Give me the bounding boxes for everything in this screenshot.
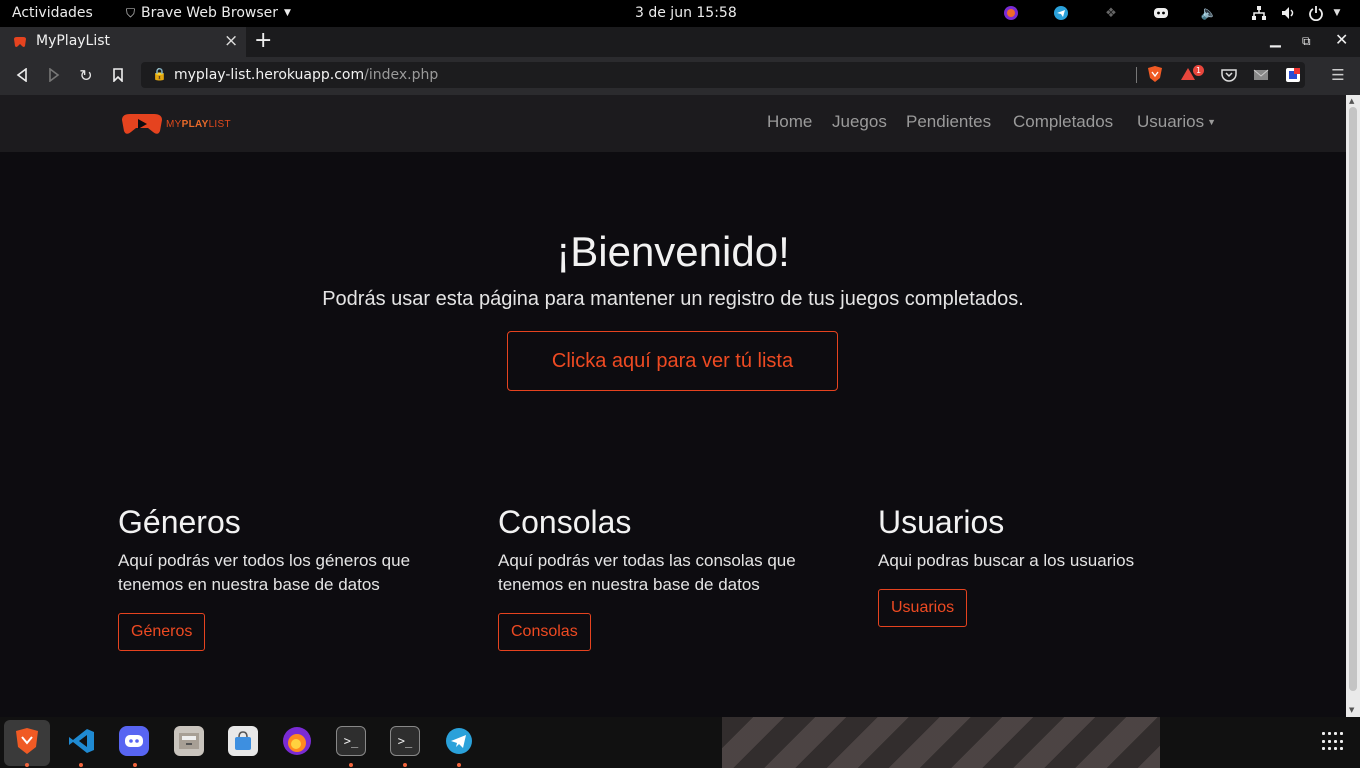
bookmark-icon[interactable] (109, 66, 127, 84)
view-list-button[interactable]: Clicka aquí para ver tú lista (507, 331, 838, 391)
tab-strip: MyPlayList × + ▁ ⧉ ✕ (0, 27, 1360, 57)
dropdown-caret-icon: ▼ (1207, 117, 1217, 127)
browser-tab[interactable]: MyPlayList × (0, 27, 246, 57)
consolas-button[interactable]: Consolas (498, 613, 591, 651)
hero-title: ¡Bienvenido! (556, 228, 790, 275)
brave-icon[interactable] (12, 726, 42, 756)
nav-pendientes[interactable]: Pendientes (906, 112, 991, 132)
minimize-icon[interactable]: ▁ (1270, 32, 1281, 48)
firefox-icon[interactable] (282, 726, 312, 756)
dropbox-tray-icon[interactable]: ❖ (1102, 4, 1120, 22)
brave-lion-icon: ⛉ (126, 5, 136, 20)
section-consolas: Consolas Aquí podrás ver todas las conso… (498, 503, 838, 651)
new-tab-button[interactable]: + (254, 28, 272, 53)
gamepad-logo-icon (122, 114, 162, 134)
system-top-bar: Actividades ⛉ Brave Web Browser ▼ 3 de j… (0, 0, 1360, 27)
vscode-icon[interactable] (66, 726, 96, 756)
close-window-icon[interactable]: ✕ (1335, 30, 1348, 49)
reload-icon[interactable]: ↻ (77, 66, 95, 85)
software-icon[interactable] (228, 726, 258, 756)
extension-icon[interactable] (1284, 66, 1302, 84)
files-icon[interactable] (174, 726, 204, 756)
nav-juegos[interactable]: Juegos (832, 112, 887, 132)
section-usuarios: Usuarios Aqui podras buscar a los usuari… (878, 503, 1218, 627)
section-title: Usuarios (878, 504, 1005, 540)
myplaylist-favicon (14, 37, 26, 47)
section-title: Géneros (118, 504, 241, 540)
discord-tray-icon[interactable] (1152, 4, 1170, 22)
browser-toolbar: ↻ 🔒 myplay-list.herokuapp.com/index.php … (0, 57, 1360, 95)
running-indicator (25, 763, 29, 767)
site-navbar: MYPLAYLIST Home Juegos Pendientes Comple… (0, 95, 1346, 152)
address-bar-divider (1136, 67, 1137, 83)
section-description: Aqui podras buscar a los usuarios (878, 551, 1135, 570)
scrollbar-thumb[interactable] (1349, 107, 1357, 691)
show-applications-icon[interactable] (1322, 732, 1343, 752)
restore-icon[interactable]: ⧉ (1302, 34, 1311, 49)
running-indicator (457, 763, 461, 767)
activities-button[interactable]: Actividades (12, 5, 93, 21)
app-menu-label: Brave Web Browser (141, 5, 279, 21)
running-indicator (133, 763, 137, 767)
app-menu[interactable]: ⛉ Brave Web Browser ▼ (126, 5, 291, 21)
telegram-tray-icon[interactable] (1052, 4, 1070, 22)
notification-badge: 1 (1193, 65, 1204, 76)
nav-usuarios-dropdown[interactable]: Usuarios ▼ (1137, 112, 1216, 132)
section-description: Aquí podrás ver todas las consolas que te… (498, 551, 796, 594)
volume-muted-tray-icon[interactable]: 🔈 (1200, 4, 1218, 22)
dock: >_ >_ (0, 717, 1360, 768)
url-text[interactable]: myplay-list.herokuapp.com/index.php (174, 67, 438, 83)
section-generos: Géneros Aquí podrás ver todos los género… (118, 503, 458, 651)
site-logo[interactable]: MYPLAYLIST (120, 112, 231, 136)
section-description: Aquí podrás ver todos los géneros que ten… (118, 551, 411, 594)
scroll-up-icon[interactable]: ▲ (1349, 97, 1354, 105)
volume-icon[interactable] (1279, 4, 1297, 22)
desktop-wallpaper (722, 717, 1160, 768)
running-indicator (79, 763, 83, 767)
network-icon[interactable] (1250, 4, 1268, 22)
web-page: MYPLAYLIST Home Juegos Pendientes Comple… (0, 95, 1346, 717)
back-icon[interactable] (13, 66, 31, 84)
scroll-down-icon[interactable]: ▼ (1349, 706, 1354, 714)
tab-title: MyPlayList (36, 33, 111, 49)
logo-text: MYPLAYLIST (166, 118, 231, 130)
address-bar[interactable]: 🔒 myplay-list.herokuapp.com/index.php 1 (141, 62, 1305, 88)
page-scrollbar[interactable]: ▲ ▼ (1346, 95, 1360, 717)
brave-shields-icon[interactable] (1146, 65, 1164, 83)
terminal-icon[interactable]: >_ (336, 726, 366, 756)
lock-icon[interactable]: 🔒 (152, 67, 167, 81)
hero-subtitle: Podrás usar esta página para mantener un… (322, 288, 1024, 310)
clock[interactable]: 3 de jun 15:58 (635, 5, 737, 21)
power-icon[interactable] (1307, 4, 1325, 22)
menu-icon[interactable]: ☰ (1329, 66, 1347, 84)
terminal-icon[interactable]: >_ (390, 726, 420, 756)
mail-icon[interactable] (1252, 66, 1270, 84)
pocket-icon[interactable] (1220, 66, 1238, 84)
nav-completados[interactable]: Completados (1013, 112, 1113, 132)
generos-button[interactable]: Géneros (118, 613, 206, 651)
discord-icon[interactable] (119, 726, 149, 756)
nav-home[interactable]: Home (767, 112, 812, 132)
telegram-icon[interactable] (444, 726, 474, 756)
close-tab-icon[interactable]: × (224, 31, 238, 51)
system-menu-caret-icon[interactable]: ▼ (1328, 4, 1346, 22)
section-title: Consolas (498, 504, 632, 540)
running-indicator (403, 763, 407, 767)
forward-icon[interactable] (45, 66, 63, 84)
firefox-tray-icon[interactable] (1002, 4, 1020, 22)
usuarios-button[interactable]: Usuarios (878, 589, 968, 627)
running-indicator (349, 763, 353, 767)
caret-down-icon: ▼ (284, 8, 291, 18)
